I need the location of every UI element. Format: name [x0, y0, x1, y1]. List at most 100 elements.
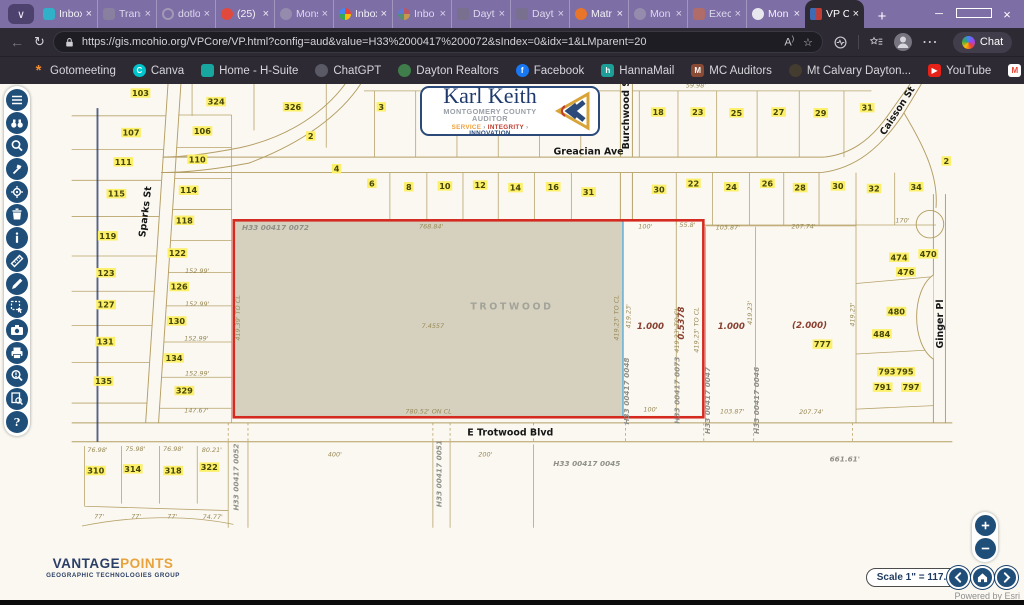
acreage-label: (2.000): [792, 321, 827, 331]
menu-icon[interactable]: [6, 89, 28, 111]
measure-icon[interactable]: [6, 250, 28, 272]
bookmark-item[interactable]: ▶YouTube: [928, 64, 991, 77]
parcel-id-label: H33 00417 0052: [232, 443, 241, 510]
parcel-id-label: H33 00417 0072: [242, 223, 309, 232]
chat-icon: [962, 36, 975, 49]
settings-ellipsis-icon[interactable]: ⋯: [922, 32, 939, 52]
parcel-number-label: 130: [168, 316, 185, 326]
parcel-number-label: 793: [878, 367, 895, 377]
parcel-id-label: 661.61': [830, 455, 860, 464]
tab-close-icon[interactable]: ×: [735, 8, 741, 20]
gis-map-canvas[interactable]: 768.84'7.4557780.52' ON CL419.39' TO CL4…: [0, 84, 1024, 600]
next-extent-icon[interactable]: [995, 566, 1018, 589]
address-bar[interactable]: https://gis.mcohio.org/VPCore/VP.html?co…: [53, 31, 823, 53]
google-icon: [339, 8, 351, 20]
bookmark-item[interactable]: fFacebook: [516, 64, 585, 77]
browser-tab[interactable]: Dayt×: [510, 0, 569, 28]
browser-tab[interactable]: Inbox×: [38, 0, 97, 28]
browser-tab[interactable]: Inbox×: [333, 0, 392, 28]
street-name-label: E Trotwood Blvd: [467, 428, 553, 439]
favorites-list-icon[interactable]: [869, 35, 884, 50]
minimize-icon[interactable]: ─: [922, 8, 956, 20]
identify-icon[interactable]: [6, 365, 28, 387]
tab-close-icon[interactable]: ×: [204, 8, 210, 20]
tab-close-icon[interactable]: ×: [86, 8, 92, 20]
browser-tab[interactable]: Trans×: [97, 0, 156, 28]
info-icon[interactable]: [6, 227, 28, 249]
bookmark-item[interactable]: ChatGPT: [315, 64, 381, 77]
previous-extent-icon[interactable]: [947, 566, 970, 589]
browser-tab[interactable]: Mon×: [628, 0, 687, 28]
tab-close-icon[interactable]: ×: [853, 8, 859, 20]
browser-tab[interactable]: (25)×: [215, 0, 274, 28]
parcel-number-label: 107: [123, 128, 140, 138]
binoculars-icon[interactable]: [6, 112, 28, 134]
bookmark-item[interactable]: Home - H-Suite: [201, 64, 298, 77]
select-icon[interactable]: [6, 296, 28, 318]
maximize-icon[interactable]: [956, 8, 990, 21]
bookmark-item[interactable]: MGmail: [1008, 64, 1024, 77]
tab-close-icon[interactable]: ×: [322, 8, 328, 20]
browser-tab[interactable]: Mon×: [746, 0, 805, 28]
tab-close-icon[interactable]: ×: [440, 8, 446, 20]
bookmark-item[interactable]: hHannaMail: [601, 64, 674, 77]
vantage-points-logo: VANTAGEPOINTS GEOGRAPHIC TECHNOLOGIES GR…: [38, 556, 188, 579]
tab-close-icon[interactable]: ×: [558, 8, 564, 20]
tab-close-icon[interactable]: ×: [617, 8, 623, 20]
window-controls: ─ ×: [922, 0, 1024, 28]
browser-tab[interactable]: Matr×: [569, 0, 628, 28]
parcel-number-label: 18: [653, 107, 665, 117]
bookmark-item[interactable]: Dayton Realtors: [398, 64, 498, 77]
tab-close-icon[interactable]: ×: [381, 8, 387, 20]
profile-avatar[interactable]: [894, 33, 912, 51]
print-icon[interactable]: [6, 342, 28, 364]
read-aloud-icon[interactable]: A): [784, 36, 794, 49]
favorite-star-icon[interactable]: ☆: [803, 36, 813, 49]
browser-tab[interactable]: Dayt×: [451, 0, 510, 28]
selected-parcel-fill[interactable]: [234, 221, 623, 416]
browser-tab[interactable]: dotlo×: [156, 0, 215, 28]
help-icon[interactable]: ?: [6, 411, 28, 433]
home-icon[interactable]: [971, 566, 994, 589]
bookmark-item[interactable]: *Gotomeeting: [32, 64, 116, 77]
gmail-icon: M: [1008, 64, 1021, 77]
zoom-search-icon[interactable]: [6, 135, 28, 157]
parcel-number-label: 126: [171, 282, 188, 292]
browser-tab[interactable]: Exec×: [687, 0, 746, 28]
url-text[interactable]: https://gis.mcohio.org/VPCore/VP.html?co…: [82, 36, 778, 48]
tab-close-icon[interactable]: ×: [499, 8, 505, 20]
bookmark-item[interactable]: CCanva: [133, 64, 184, 77]
reload-icon[interactable]: ↻: [34, 34, 45, 50]
dimension-label: 419.39' TO CL: [234, 295, 242, 341]
browser-tab[interactable]: Inbo×: [392, 0, 451, 28]
bookmark-item[interactable]: MMC Auditors: [691, 64, 772, 77]
draw-icon[interactable]: [6, 273, 28, 295]
back-icon[interactable]: ←: [10, 34, 24, 50]
tab-search-chevron-icon[interactable]: ∨: [8, 4, 34, 24]
tab-close-icon[interactable]: ×: [794, 8, 800, 20]
camera-icon[interactable]: [6, 319, 28, 341]
dayton-realtors-icon: [398, 64, 411, 77]
street-name-label: Greacian Ave: [554, 147, 624, 158]
tab-close-icon[interactable]: ×: [263, 8, 269, 20]
parcel-id-label: H33 00417 0047: [703, 366, 712, 434]
zoom-in-button[interactable]: [975, 515, 996, 536]
browser-essentials-icon[interactable]: [833, 35, 848, 50]
chat-button[interactable]: Chat: [953, 32, 1012, 53]
tab-close-icon[interactable]: ×: [145, 8, 151, 20]
globe-icon: [634, 8, 646, 20]
document-search-icon[interactable]: [6, 388, 28, 410]
browser-tab[interactable]: VP C×: [805, 0, 864, 28]
locate-icon[interactable]: [6, 181, 28, 203]
parcel-number-label: 32: [868, 184, 879, 194]
bookmark-item[interactable]: Mt Calvary Dayton...: [789, 64, 911, 77]
tab-close-icon[interactable]: ×: [676, 8, 682, 20]
new-tab-button[interactable]: +: [870, 4, 894, 28]
delete-icon[interactable]: [6, 204, 28, 226]
close-icon[interactable]: ×: [990, 7, 1024, 22]
parcel-number-label: 16: [548, 182, 560, 192]
tools-icon[interactable]: [6, 158, 28, 180]
zoom-out-button[interactable]: [975, 538, 996, 559]
browser-tab[interactable]: Mons×: [274, 0, 333, 28]
map-container: 768.84'7.4557780.52' ON CL419.39' TO CL4…: [0, 84, 1024, 600]
